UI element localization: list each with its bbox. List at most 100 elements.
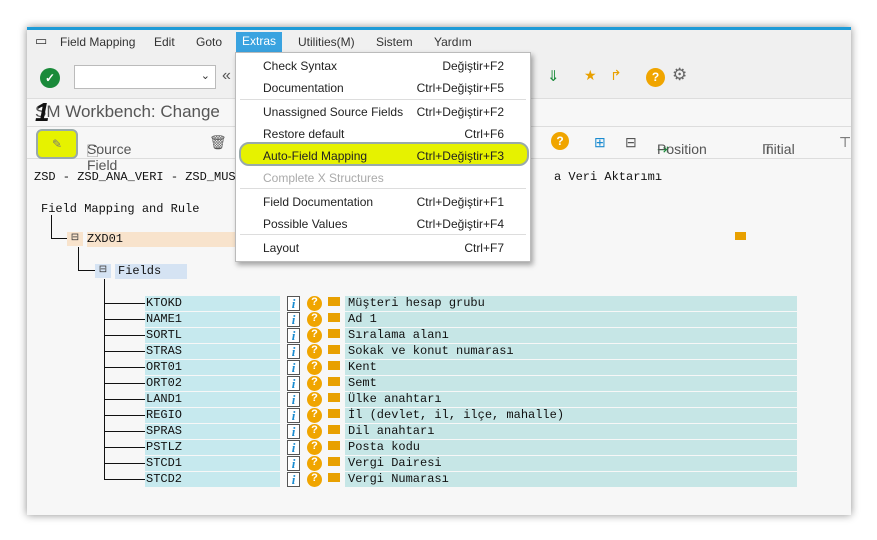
info-icon[interactable]: i xyxy=(287,376,300,391)
menu-extras[interactable]: Extras xyxy=(236,32,283,53)
auto-mapping-button[interactable]: ✎ xyxy=(36,129,78,159)
info-icon[interactable]: i xyxy=(287,456,300,471)
field-name[interactable]: ORT01 xyxy=(145,360,280,375)
sap-window: ▭ Field Mapping Edit Goto Extras Utiliti… xyxy=(27,27,851,515)
table-row[interactable]: STCD2 i ? Vergi Numarası xyxy=(145,472,825,488)
table-row[interactable]: SPRAS i ? Dil anahtarı xyxy=(145,424,825,440)
table-row[interactable]: LAND1 i ? Ülke anahtarı xyxy=(145,392,825,408)
back-icon[interactable]: « xyxy=(222,67,231,85)
menu-item[interactable]: Layout Ctrl+F7 xyxy=(236,237,530,259)
menu-item[interactable]: Documentation Ctrl+Değiştir+F5 xyxy=(236,77,530,99)
menu-item[interactable]: Auto-Field Mapping Ctrl+Değiştir+F3 xyxy=(236,145,530,167)
rule-flag-icon[interactable] xyxy=(328,473,340,482)
help-icon[interactable]: ? xyxy=(307,424,322,439)
folder-open-icon[interactable]: ⊟ xyxy=(95,264,111,278)
table-row[interactable]: ORT01 i ? Kent xyxy=(145,360,825,376)
table-row[interactable]: STRAS i ? Sokak ve konut numarası xyxy=(145,344,825,360)
rule-flag-icon[interactable] xyxy=(328,457,340,466)
help-icon[interactable]: ? xyxy=(646,68,665,87)
rule-flag-icon[interactable] xyxy=(328,425,340,434)
rule-flag-icon[interactable] xyxy=(328,361,340,370)
help-button-icon[interactable]: ? xyxy=(551,132,569,150)
collapse-icon[interactable]: ⊟ xyxy=(625,134,637,151)
rule-flag-icon[interactable] xyxy=(328,345,340,354)
menu-yardim[interactable]: Yardım xyxy=(434,35,472,49)
step-badge: 1 xyxy=(35,97,50,127)
help-icon[interactable]: ? xyxy=(307,456,322,471)
menu-item-label: Restore default xyxy=(263,127,345,141)
rule-flag-icon[interactable] xyxy=(328,441,340,450)
menu-item[interactable]: Possible Values Ctrl+Değiştir+F4 xyxy=(236,213,530,235)
enter-check-icon[interactable]: ✓ xyxy=(40,68,60,88)
menu-field-mapping[interactable]: Field Mapping xyxy=(60,35,135,49)
help-icon[interactable]: ? xyxy=(307,376,322,391)
field-name[interactable]: STRAS xyxy=(145,344,280,359)
table-row[interactable]: REGIO i ? İl (devlet, il, ilçe, mahalle) xyxy=(145,408,825,424)
tree-node-object[interactable]: ZXD01 xyxy=(87,232,237,247)
header-line: ZSD - ZSD_ANA_VERI - ZSD_MUST xyxy=(34,170,243,184)
comment-icon[interactable] xyxy=(735,232,746,240)
table-row[interactable]: NAME1 i ? Ad 1 xyxy=(145,312,825,328)
info-icon[interactable]: i xyxy=(287,440,300,455)
info-icon[interactable]: i xyxy=(287,472,300,487)
help-icon[interactable]: ? xyxy=(307,440,322,455)
field-name[interactable]: REGIO xyxy=(145,408,280,423)
menu-utilities[interactable]: Utilities(M) xyxy=(298,35,355,49)
rule-flag-icon[interactable] xyxy=(328,409,340,418)
help-icon[interactable]: ? xyxy=(307,392,322,407)
tree-node-fields[interactable]: Fields xyxy=(115,264,187,279)
delete-icon[interactable]: 🗑 xyxy=(209,134,227,151)
field-name[interactable]: SPRAS xyxy=(145,424,280,439)
field-name[interactable]: SORTL xyxy=(145,328,280,343)
info-icon[interactable]: i xyxy=(287,408,300,423)
info-icon[interactable]: i xyxy=(287,424,300,439)
rule-flag-icon[interactable] xyxy=(328,377,340,386)
download-icon[interactable]: ⇓ xyxy=(547,67,560,85)
menu-item[interactable]: Field Documentation Ctrl+Değiştir+F1 xyxy=(236,191,530,213)
field-name[interactable]: STCD1 xyxy=(145,456,280,471)
field-name[interactable]: STCD2 xyxy=(145,472,280,487)
rule-flag-icon[interactable] xyxy=(328,329,340,338)
info-icon[interactable]: i xyxy=(287,360,300,375)
menu-edit[interactable]: Edit xyxy=(154,35,175,49)
info-icon[interactable]: i xyxy=(287,296,300,311)
rule-flag-icon[interactable] xyxy=(328,393,340,402)
info-icon[interactable]: i xyxy=(287,328,300,343)
menu-item[interactable]: Check Syntax Değiştir+F2 xyxy=(236,55,530,77)
table-row[interactable]: KTOKD i ? Müşteri hesap grubu xyxy=(145,296,825,312)
gear-icon[interactable]: ⚙ xyxy=(672,65,687,85)
bookmark-icon[interactable]: ★ xyxy=(584,67,597,84)
help-icon[interactable]: ? xyxy=(307,312,322,327)
rule-flag-icon[interactable] xyxy=(328,297,340,306)
menu-item[interactable]: Restore default Ctrl+F6 xyxy=(236,123,530,145)
shortcut-icon[interactable]: ↱ xyxy=(610,67,622,84)
field-name[interactable]: PSTLZ xyxy=(145,440,280,455)
help-icon[interactable]: ? xyxy=(307,472,322,487)
info-icon[interactable]: i xyxy=(287,392,300,407)
field-name[interactable]: ORT02 xyxy=(145,376,280,391)
table-row[interactable]: ORT02 i ? Semt xyxy=(145,376,825,392)
menu-goto[interactable]: Goto xyxy=(196,35,222,49)
menu-icon[interactable]: ▭ xyxy=(35,33,47,49)
field-name[interactable]: KTOKD xyxy=(145,296,280,311)
field-name[interactable]: LAND1 xyxy=(145,392,280,407)
help-icon[interactable]: ? xyxy=(307,328,322,343)
help-icon[interactable]: ? xyxy=(307,408,322,423)
menu-item[interactable]: Unassigned Source Fields Ctrl+Değiştir+F… xyxy=(236,101,530,123)
table-row[interactable]: PSTLZ i ? Posta kodu xyxy=(145,440,825,456)
help-icon[interactable]: ? xyxy=(307,296,322,311)
info-icon[interactable]: i xyxy=(287,312,300,327)
table-row[interactable]: SORTL i ? Sıralama alanı xyxy=(145,328,825,344)
help-icon[interactable]: ? xyxy=(307,360,322,375)
folder-open-icon[interactable]: ⊟ xyxy=(67,232,83,246)
info-icon[interactable]: i xyxy=(287,344,300,359)
expand-icon[interactable]: ⊞ xyxy=(594,134,606,151)
extras-dropdown-menu: Check Syntax Değiştir+F2 Documentation C… xyxy=(235,52,531,262)
more-icon[interactable]: ⊤ xyxy=(839,134,851,151)
rule-flag-icon[interactable] xyxy=(328,313,340,322)
help-icon[interactable]: ? xyxy=(307,344,322,359)
menu-sistem[interactable]: Sistem xyxy=(376,35,413,49)
table-row[interactable]: STCD1 i ? Vergi Dairesi xyxy=(145,456,825,472)
command-field[interactable]: ⌄ xyxy=(74,65,216,89)
field-name[interactable]: NAME1 xyxy=(145,312,280,327)
